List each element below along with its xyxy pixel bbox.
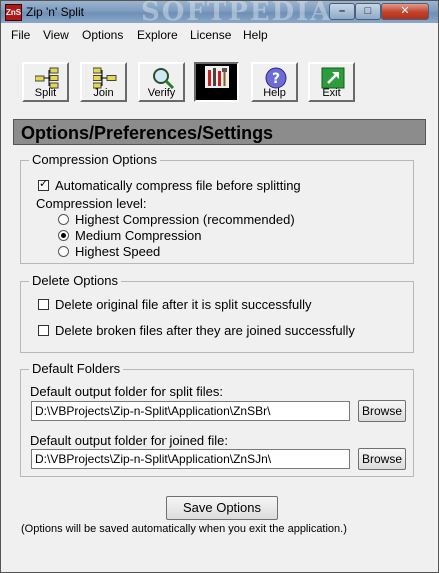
radio-icon[interactable] (58, 230, 69, 241)
join-icon (93, 67, 117, 89)
app-icon: ZnS (5, 4, 22, 21)
exit-button[interactable]: Exit (308, 62, 355, 102)
options-button[interactable] (194, 62, 239, 102)
menu-license[interactable]: License (190, 28, 231, 42)
app-window: ZnS Zip 'n' Split SOFTPEDIA – □ ✕ File V… (0, 0, 439, 573)
menu-view[interactable]: View (43, 28, 69, 42)
radio-icon[interactable] (58, 214, 69, 225)
watermark: SOFTPEDIA (141, 0, 333, 27)
compression-level-label: Compression level: (36, 196, 147, 211)
maximize-button[interactable]: □ (355, 3, 381, 20)
checkbox-icon[interactable] (38, 325, 49, 336)
close-button[interactable]: ✕ (381, 3, 429, 20)
radio-icon[interactable] (58, 246, 69, 257)
radio-highest-compression[interactable]: Highest Compression (recommended) (58, 212, 295, 227)
window-title: Zip 'n' Split (26, 5, 84, 19)
default-folders-group: Default Folders Default output folder fo… (20, 361, 414, 477)
split-label: Split (34, 87, 57, 99)
help-label: Help (263, 87, 286, 99)
checkbox-icon[interactable] (38, 177, 49, 191)
radio-medium-compression[interactable]: Medium Compression (58, 228, 201, 243)
tools-icon (205, 66, 229, 88)
joined-folder-label: Default output folder for joined file: (30, 433, 229, 448)
toolbar: Split Join Verify ? Help Exit (1, 47, 438, 111)
menu-bar: File View Options Explore License Help (1, 24, 438, 46)
menu-file[interactable]: File (11, 28, 30, 42)
delete-options-group: Delete Options Delete original file afte… (20, 273, 414, 353)
delete-options-legend: Delete Options (29, 273, 121, 288)
auto-compress-label: Automatically compress file before split… (55, 178, 301, 193)
radio-label: Highest Compression (recommended) (75, 212, 295, 227)
delete-original-checkbox[interactable]: Delete original file after it is split s… (38, 297, 312, 312)
browse-split-button[interactable]: Browse (358, 400, 406, 422)
browse-joined-button[interactable]: Browse (358, 448, 406, 470)
page-title: Options/Preferences/Settings (13, 119, 426, 145)
help-icon: ? (265, 67, 287, 89)
join-button[interactable]: Join (80, 62, 127, 102)
radio-label: Highest Speed (75, 244, 161, 259)
delete-broken-checkbox[interactable]: Delete broken files after they are joine… (38, 323, 355, 338)
menu-explore[interactable]: Explore (137, 28, 178, 42)
exit-label: Exit (322, 87, 341, 99)
menu-options[interactable]: Options (82, 28, 123, 42)
delete-original-label: Delete original file after it is split s… (55, 297, 312, 312)
verify-button[interactable]: Verify (138, 62, 185, 102)
split-folder-input[interactable]: D:\VBProjects\Zip-n-Split\Application\Zn… (31, 401, 350, 421)
magnifier-icon (153, 68, 175, 89)
compression-options-legend: Compression Options (29, 152, 160, 167)
split-folder-label: Default output folder for split files: (30, 384, 223, 399)
default-folders-legend: Default Folders (29, 361, 124, 376)
verify-label: Verify (147, 87, 176, 99)
split-button[interactable]: Split (22, 62, 69, 102)
menu-help[interactable]: Help (243, 28, 268, 42)
title-bar[interactable]: ZnS Zip 'n' Split SOFTPEDIA – □ ✕ (1, 0, 438, 27)
split-icon (35, 67, 59, 89)
help-button[interactable]: ? Help (251, 62, 298, 102)
minimize-button[interactable]: – (329, 3, 355, 20)
join-label: Join (93, 87, 114, 99)
options-panel: Options/Preferences/Settings Compression… (13, 117, 426, 553)
compression-options-group: Compression Options Automatically compre… (20, 152, 414, 264)
delete-broken-label: Delete broken files after they are joine… (55, 323, 355, 338)
joined-folder-input[interactable]: D:\VBProjects\Zip-n-Split\Application\Zn… (31, 449, 350, 469)
save-footnote: (Options will be saved automatically whe… (21, 523, 347, 535)
save-options-button[interactable]: Save Options (166, 496, 278, 520)
checkbox-icon[interactable] (38, 299, 49, 310)
svg-text:?: ? (272, 71, 280, 87)
exit-icon (321, 67, 345, 89)
auto-compress-checkbox[interactable]: Automatically compress file before split… (38, 177, 301, 193)
radio-label: Medium Compression (75, 228, 202, 243)
radio-highest-speed[interactable]: Highest Speed (58, 244, 160, 259)
